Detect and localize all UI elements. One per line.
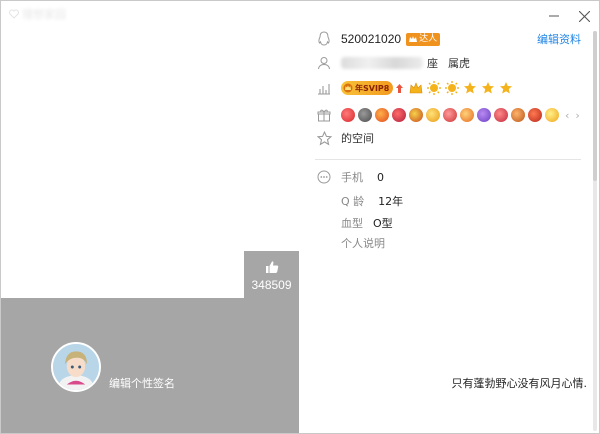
badge-guitar[interactable] [511,108,525,122]
sun-level-icon [427,81,442,95]
minimize-button[interactable] [547,9,561,23]
gift-box-icon [315,106,333,124]
badge-shield[interactable] [358,108,372,122]
person-icon [315,54,333,72]
qage-row: Q 龄 12年 [341,191,403,211]
avatar-image [53,344,99,390]
window-controls [547,9,591,23]
star-level-icon [464,82,477,94]
level-chart-icon [315,79,333,97]
close-button[interactable] [577,9,591,23]
masked-info [341,57,423,69]
more-dots-icon [315,168,333,186]
badge-gift[interactable] [460,108,474,122]
heart-icon [9,9,19,19]
space-label: 的空间 [341,132,374,145]
bio-row: 个人说明 [341,233,385,253]
star-level-icon [482,82,495,94]
badge-list [341,108,559,122]
phone-value: 0 [377,170,384,184]
space-row[interactable]: 的空间 [315,128,374,148]
penguin-icon [315,30,333,48]
zodiac-text: 属虎 [448,57,470,70]
thumbs-up-icon [265,261,278,273]
badge-card[interactable] [477,108,491,122]
level-row: 年SVIP8 [315,78,513,98]
badge-flame[interactable] [375,108,389,122]
bio-label: 个人说明 [341,237,385,250]
profile-cover: 理想家园 348509 编辑个性签名 [1,1,299,433]
badges-row: ‹ › [315,105,580,125]
phone-row: 手机 0 [315,167,384,187]
svip-label: 年SVIP8 [355,83,390,93]
star-outline-icon [315,129,333,147]
pager-next-icon[interactable]: › [575,109,579,122]
edit-profile-link[interactable]: 编辑资料 [537,31,581,47]
like-button[interactable]: 348509 [244,251,299,298]
section-divider [315,159,581,160]
minimize-icon [549,15,559,17]
cover-photo[interactable] [1,298,299,433]
qage-label: Q 龄 [341,195,365,208]
star-level-icon [500,82,513,94]
close-icon [578,10,590,22]
arrow-up-icon [396,83,404,93]
profile-details: 520021020 达人 编辑资料 座 属虎 年SVIP8 ‹ › 的空间 手机… [299,1,599,433]
avatar[interactable] [51,342,101,392]
profile-card-window: 理想家园 348509 编辑个性签名 520021020 达人 编辑资料 座 属… [0,0,600,434]
badge-star[interactable] [545,108,559,122]
badge-heart[interactable] [341,108,355,122]
phone-label: 手机 [341,171,363,184]
badge-panda[interactable] [409,108,423,122]
scrollbar[interactable] [593,31,597,431]
blood-row: 血型 O型 [341,213,393,233]
blood-value: O型 [373,217,393,230]
blood-label: 血型 [341,217,363,230]
qq-number-row: 520021020 达人 [315,29,441,49]
sun-level-icon [445,81,460,95]
talent-badge-label: 达人 [419,33,438,44]
constellation-text: 座 [427,57,438,70]
app-brand: 理想家园 [9,7,66,21]
badge-crab[interactable] [443,108,457,122]
badge-bag[interactable] [494,108,508,122]
badge-pager: ‹ › [565,109,580,122]
talent-badge[interactable]: 达人 [406,32,441,46]
brand-text: 理想家园 [22,8,66,21]
badge-sun[interactable] [426,108,440,122]
svip-badge[interactable]: 年SVIP8 [341,81,394,95]
like-count: 348509 [251,278,292,292]
scrollbar-thumb[interactable] [593,31,597,181]
personal-info-row: 座 属虎 [315,53,470,73]
qq-level-icons [409,81,513,95]
badge-pot[interactable] [528,108,542,122]
badge-cherry[interactable] [392,108,406,122]
crown-level-icon [410,82,423,94]
bio-text: 只有蓬勃野心没有风月心情. [451,377,588,390]
svip-crown-icon [343,83,353,93]
pager-prev-icon[interactable]: ‹ [565,109,569,122]
crown-icon [409,36,418,42]
qage-value: 12年 [378,195,404,208]
qq-number: 520021020 [341,32,402,46]
edit-signature-link[interactable]: 编辑个性签名 [109,375,175,391]
